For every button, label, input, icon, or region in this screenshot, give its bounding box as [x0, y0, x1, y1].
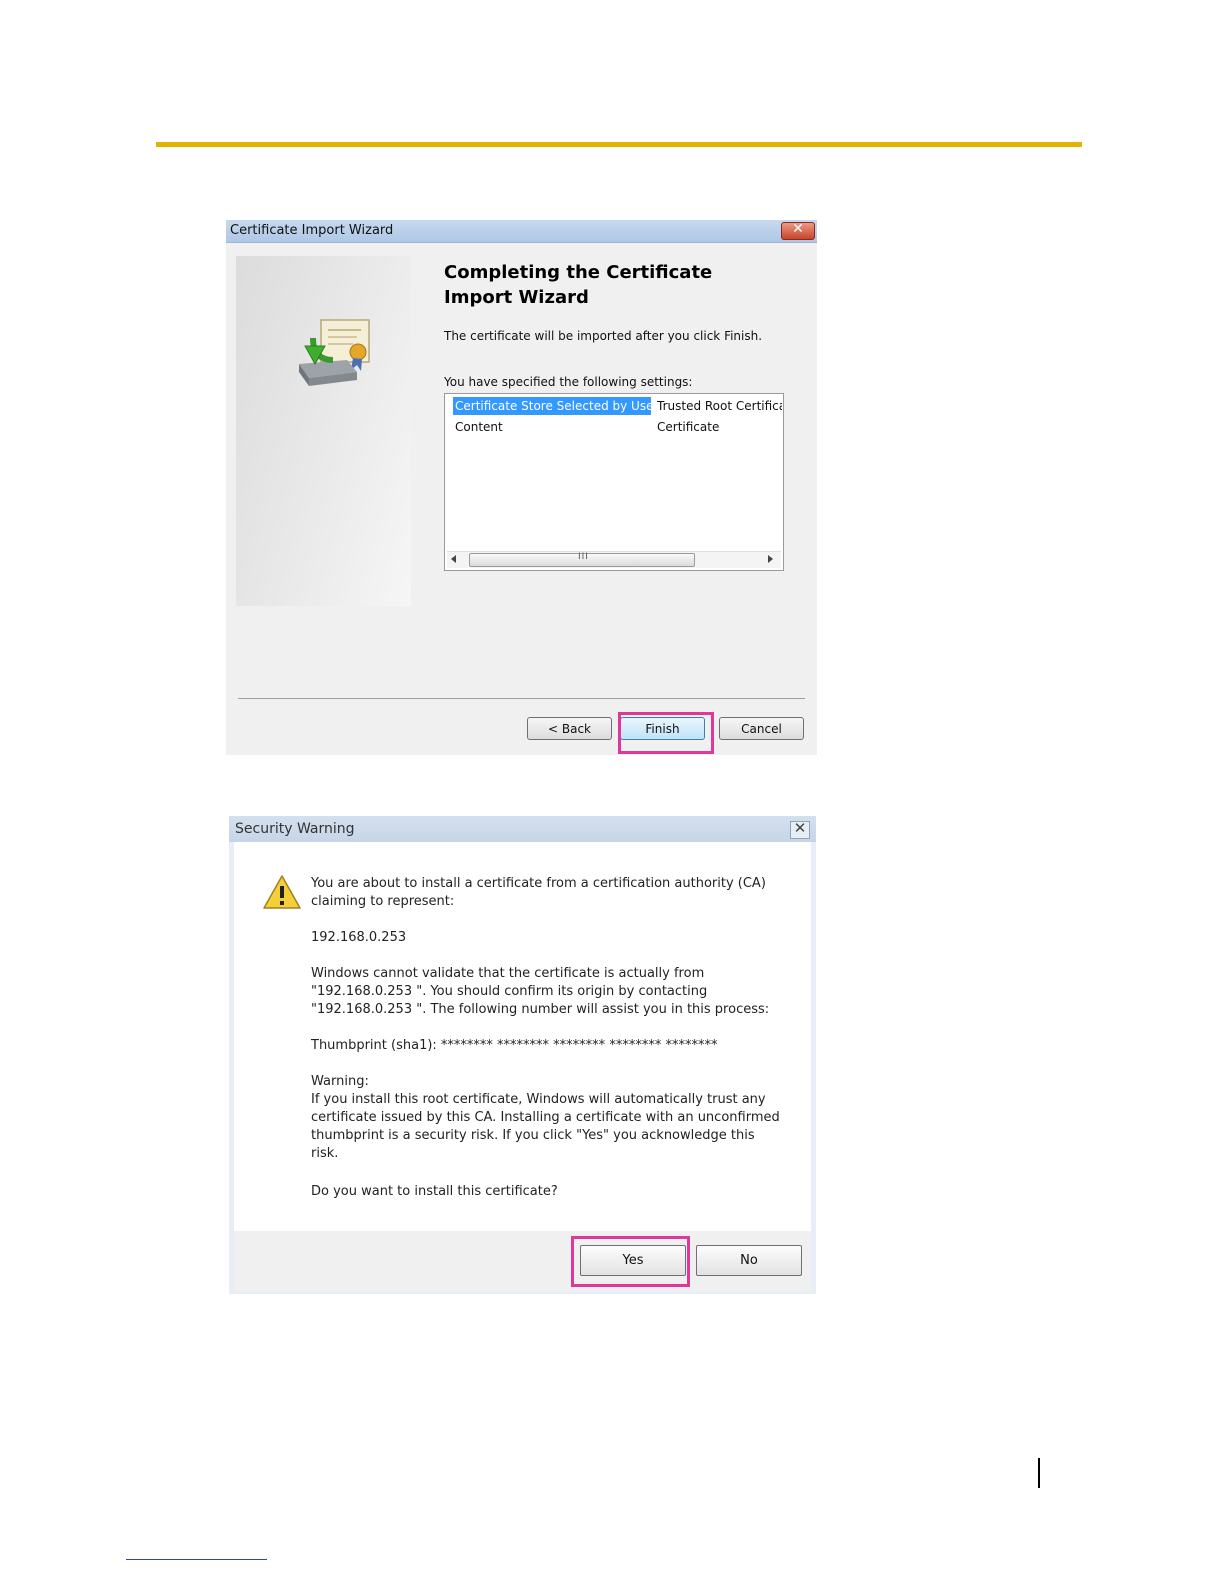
thumbprint-text: Thumbprint (sha1): ******** ******** ***… [311, 1038, 718, 1053]
warning-icon [263, 875, 301, 909]
certificate-import-icon [299, 319, 370, 386]
scroll-grip: III [578, 552, 589, 562]
validate-text: Windows cannot validate that the certifi… [311, 966, 770, 1017]
security-titlebar: Security Warning ✕ [229, 816, 816, 842]
intro-text: You are about to install a certificate f… [311, 876, 766, 909]
close-icon[interactable]: ✕ [781, 221, 815, 240]
no-button[interactable]: No [696, 1245, 802, 1276]
settings-value: Certificate [657, 420, 720, 434]
back-button[interactable]: < Back [527, 717, 612, 740]
wizard-side-panel [236, 256, 411, 606]
wizard-message: The certificate will be imported after y… [444, 329, 763, 343]
question-text: Do you want to install this certificate? [311, 1184, 558, 1199]
close-icon[interactable]: ✕ [790, 819, 810, 839]
wizard-heading: Completing the Certificate Import Wizard [444, 262, 713, 308]
page-marker [1038, 1458, 1040, 1488]
settings-value: Trusted Root Certification Authorities [657, 399, 782, 413]
security-title: Security Warning [235, 821, 355, 837]
warning-label: Warning: [311, 1074, 369, 1089]
scroll-right-icon[interactable] [768, 555, 773, 563]
settings-list[interactable]: Certificate Store Selected by User Trust… [444, 393, 784, 571]
security-warning-dialog: Security Warning ✕ You are about to inst… [229, 816, 816, 1294]
wizard-divider [238, 698, 805, 699]
settings-key: Certificate Store Selected by User [453, 397, 659, 415]
settings-key: Content [455, 420, 503, 434]
header-rule [156, 142, 1082, 147]
footer-rule [126, 1559, 267, 1560]
wizard-titlebar: Certificate Import Wizard ✕ [226, 220, 817, 243]
host-text: 192.168.0.253 [311, 930, 407, 945]
finish-highlight [618, 712, 714, 754]
warning-text: If you install this root certificate, Wi… [311, 1092, 780, 1161]
wizard-title: Certificate Import Wizard [230, 223, 394, 238]
certificate-import-wizard-dialog: Certificate Import Wizard ✕ Completing t… [226, 220, 817, 755]
settings-label: You have specified the following setting… [444, 375, 693, 389]
horizontal-scrollbar[interactable]: III [447, 551, 781, 568]
security-body: You are about to install a certificate f… [234, 842, 811, 1231]
scroll-thumb[interactable]: III [469, 552, 695, 567]
scroll-left-icon[interactable] [451, 555, 456, 563]
cancel-button[interactable]: Cancel [719, 717, 804, 740]
yes-highlight [571, 1236, 690, 1287]
